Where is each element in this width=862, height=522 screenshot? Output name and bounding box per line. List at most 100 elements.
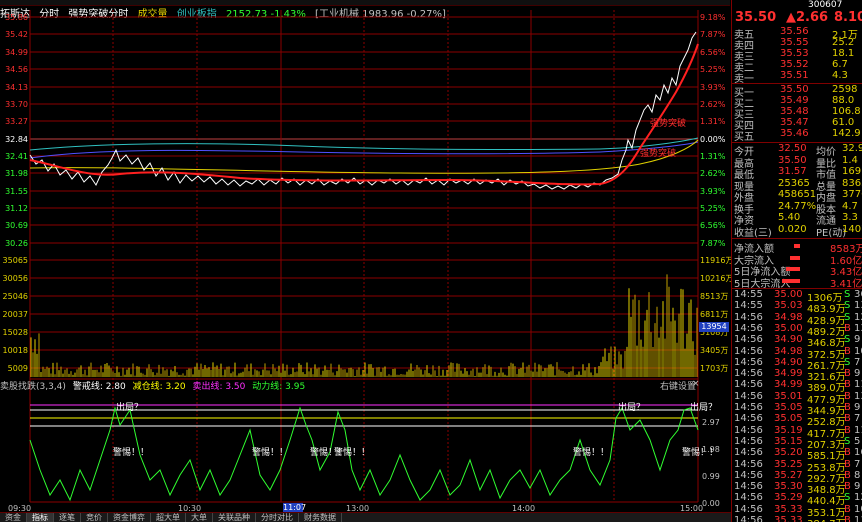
tick-count: 7 <box>854 458 861 470</box>
time-tick-label: 13:00 <box>346 504 369 512</box>
ask-volume: 4.3 <box>832 70 848 81</box>
tick-price: 35.05 <box>774 402 803 413</box>
percent-tick-label: 2.62% <box>700 100 726 109</box>
tick-count: 11 <box>854 424 862 436</box>
percent-tick-label: 9.18% <box>700 13 726 22</box>
tick-side: S <box>844 435 851 447</box>
bottom-tab[interactable]: 逐笔 <box>54 513 81 522</box>
tick-row[interactable]: 14:5634.98372.5万B10 <box>732 345 862 361</box>
price-line <box>29 31 697 190</box>
tick-count: 8 <box>854 469 861 481</box>
bid-volume: 142.9 <box>832 128 861 139</box>
tick-price: 35.20 <box>774 447 803 459</box>
tick-row[interactable]: 14:5635.29440.4万S12 <box>732 492 862 507</box>
tick-time: 14:56 <box>734 492 763 504</box>
tick-count: 9 <box>854 481 861 493</box>
volume-amount-tick-label: 6811万 <box>700 310 728 319</box>
tick-row[interactable]: 14:5635.33353.1万B10 <box>732 503 862 519</box>
volume-tick-label: 25046 <box>3 292 28 301</box>
tick-row[interactable]: 14:56 35.05 252.8万 B 7 <box>732 413 862 428</box>
tick-time: 14:56 <box>734 503 763 515</box>
tick-row[interactable]: 14:5634.98428.9万S12 <box>732 311 862 327</box>
tick-row[interactable]: 14:56 34.90 346.8万 S 9 <box>732 334 862 349</box>
tick-row[interactable]: 14:56 35.05 344.9万 B 9 <box>732 402 862 417</box>
tick-row[interactable]: 14:5635.20585.1万B16 <box>732 447 862 462</box>
bottom-tab[interactable]: 财务数据 <box>299 513 342 522</box>
tick-price: 35.01 <box>774 390 803 402</box>
bottom-tab[interactable]: 资金博弈 <box>108 513 151 522</box>
volume-tick-label: 5009 <box>8 364 28 373</box>
tick-side: S <box>844 356 851 368</box>
tick-price: 35.03 <box>774 300 803 312</box>
tick-side: B <box>844 515 851 522</box>
tick-row[interactable]: 14:5535.03483.9万S13 <box>732 300 862 315</box>
bottom-tab[interactable]: 大单 <box>186 513 213 522</box>
stat-row[interactable]: 现量25365总量8363 <box>732 178 862 193</box>
bid-row[interactable]: 买五 35.46 142.9 <box>732 128 862 143</box>
price-tick-label: 32.41 <box>5 152 28 161</box>
bid-price: 35.48 <box>780 106 809 117</box>
bottom-tab[interactable]: 资金 <box>0 513 27 522</box>
stat-row[interactable]: 最低31.57市值169.3 <box>732 166 862 181</box>
tick-row[interactable]: 14:56 35.15 207.3万 S 5 <box>732 435 862 451</box>
stat-row[interactable]: 净资 5.40 流通 3.3 <box>732 212 862 227</box>
tick-row[interactable]: 14:56 35.25 253.8万 B 7 <box>732 458 862 474</box>
tick-count: 13 <box>854 300 862 312</box>
percent-axis-right: 9.18% 7.87% 6.56% 5.25% 3.93% 2.62% 1.31% 0.00%… <box>700 13 726 248</box>
stock-code: 300607 <box>808 0 843 10</box>
stat-row[interactable]: 收益(三)0.020PE(动)1407 <box>732 224 862 239</box>
tick-side: B <box>844 413 851 425</box>
tick-time: 14:56 <box>734 311 763 323</box>
osc-close-button[interactable]: × <box>692 379 700 389</box>
tick-side: B <box>844 390 851 402</box>
tick-count: 10 <box>854 345 862 357</box>
tick-row[interactable]: 14:56 35.27 292.7万 B 8 <box>732 469 862 485</box>
tick-price: 35.29 <box>774 492 803 504</box>
price-tick-label: 31.12 <box>5 204 28 213</box>
osc-settings-button[interactable]: 右键设置 <box>660 379 696 392</box>
tick-price: 35.30 <box>774 481 803 493</box>
tick-time: 14:56 <box>734 356 763 368</box>
stat-row[interactable]: 外盘458651内盘3776 <box>732 189 862 204</box>
tick-price: 34.90 <box>774 356 803 368</box>
bid-volume: 61.0 <box>832 117 855 128</box>
volume-tick-label: 15028 <box>3 328 28 337</box>
last-price: 35.50 <box>735 10 777 25</box>
tick-row[interactable]: 14:5635.01477.9万B13 <box>732 390 862 406</box>
tick-row[interactable]: 14:5635.00489.2万B13 <box>732 323 862 338</box>
bottom-tab[interactable]: 分时对比 <box>256 513 299 522</box>
tick-price: 35.19 <box>774 424 803 436</box>
flow-bar <box>782 278 800 283</box>
tick-time: 14:56 <box>734 379 763 391</box>
bottom-tab[interactable]: 指标 <box>27 513 54 522</box>
tick-row[interactable]: 14:5535.001306万S36 <box>732 289 862 304</box>
tick-row[interactable]: 14:56 34.99 321.6万 B 9 <box>732 368 862 383</box>
stat-row[interactable]: 换手 24.77% 股本 4.7 <box>732 201 862 216</box>
time-tick-label: 14:00 <box>512 504 535 512</box>
stat-row[interactable]: 今开32.50均价32.9 <box>732 143 862 158</box>
tick-time: 14:56 <box>734 390 763 402</box>
tick-row[interactable]: 14:5634.99389.0万B11 <box>732 379 862 394</box>
oscillator-tick-label: 0.00 <box>702 499 720 508</box>
stat-row[interactable]: 最高 35.50 量比 1.4 <box>732 155 862 170</box>
tick-row[interactable]: 14:56 34.90 261.7万 S 7 <box>732 356 862 372</box>
tick-side: B <box>844 503 851 515</box>
tick-row[interactable]: 14:56 35.33 384.7万B11 <box>732 515 862 522</box>
tick-row[interactable]: 14:56 35.30 348.8万 B 9 <box>732 481 862 496</box>
osc-reduce-line-label: 减仓线: 3.20 <box>132 382 186 392</box>
bottom-tab[interactable]: 超大单 <box>151 513 186 522</box>
tick-price: 35.15 <box>774 435 803 447</box>
price-change-pct: 8.10% <box>834 10 862 25</box>
bottom-tab[interactable]: 竞价 <box>81 513 108 522</box>
tick-row[interactable]: 14:5635.19417.7万B11 <box>732 424 862 440</box>
intraday-chart[interactable]: 35.86 35.42 34.99 34.56 34.13 33.70 33.27 32.84… <box>0 0 731 512</box>
percent-tick-label: 3.93% <box>700 83 726 92</box>
stat-value: 32.50 <box>778 143 807 154</box>
price-tick-label: 30.69 <box>5 221 28 230</box>
time-tick-label: 09:30 <box>8 504 31 512</box>
osc-name[interactable]: 卖股找跌(3,3,4) <box>0 382 66 392</box>
ask-row[interactable]: 卖一 35.51 4.3 <box>732 70 862 85</box>
bottom-tab[interactable]: 关联品种 <box>213 513 256 522</box>
osc-sell-line-label: 卖出线: 3.50 <box>192 382 246 392</box>
flow-bar <box>794 244 800 248</box>
